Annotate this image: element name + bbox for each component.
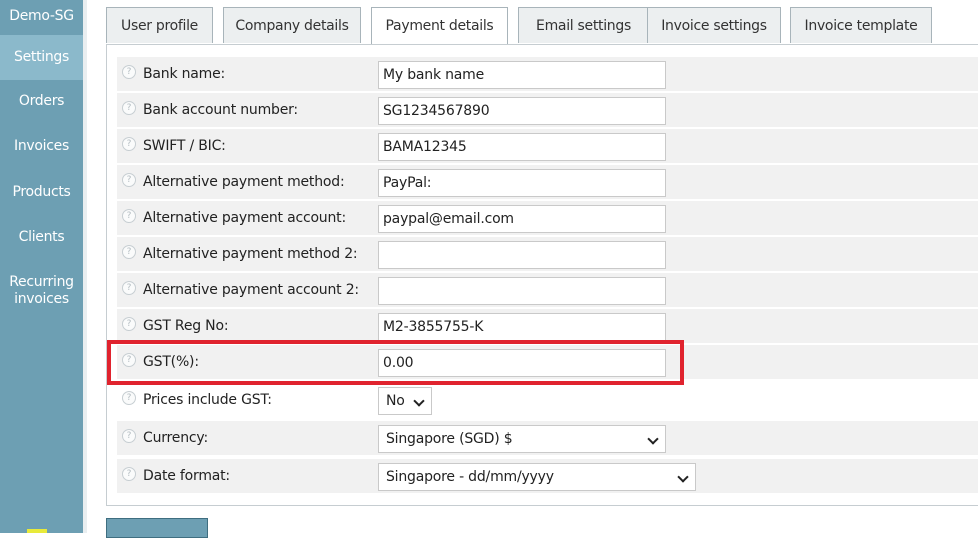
help-icon[interactable]: ? <box>122 209 136 223</box>
sidebar: Demo-SG Settings Orders Invoices Product… <box>0 0 83 533</box>
row-alternative-payment-account: ? Alternative payment account: <box>117 201 978 235</box>
nav-item-orders[interactable]: Orders <box>0 93 83 110</box>
label-date-format: Date format: <box>143 468 230 484</box>
label-alternative-payment-account-2: Alternative payment account 2: <box>143 282 359 298</box>
alternative-payment-account-input[interactable] <box>378 205 666 233</box>
currency-value: Singapore (SGD) $ <box>386 431 513 447</box>
sidebar-divider <box>83 0 87 533</box>
label-prices-include-gst: Prices include GST: <box>143 392 272 408</box>
bank-name-input[interactable] <box>378 61 666 89</box>
alternative-payment-method-input[interactable] <box>378 169 666 197</box>
row-gst-reg-no: ? GST Reg No: <box>117 309 978 343</box>
row-currency: ? Currency: Singapore (SGD) $ <box>117 421 978 455</box>
tab-invoice-settings[interactable]: Invoice settings <box>647 7 781 43</box>
chevron-down-icon <box>413 395 425 407</box>
swift-bic-input[interactable] <box>378 133 666 161</box>
label-swift-bic: SWIFT / BIC: <box>143 138 226 154</box>
row-alternative-payment-method: ? Alternative payment method: <box>117 165 978 199</box>
label-gst-reg-no: GST Reg No: <box>143 318 229 334</box>
help-icon[interactable]: ? <box>122 173 136 187</box>
nav-item-invoices[interactable]: Invoices <box>0 138 83 155</box>
bank-account-number-input[interactable] <box>378 97 666 125</box>
chevron-down-icon <box>677 471 689 483</box>
help-icon[interactable]: ? <box>122 101 136 115</box>
help-icon[interactable]: ? <box>122 245 136 259</box>
label-alternative-payment-account: Alternative payment account: <box>143 210 346 226</box>
date-format-select[interactable]: Singapore - dd/mm/yyyy <box>378 463 696 491</box>
tab-invoice-template[interactable]: Invoice template <box>790 7 932 43</box>
brand-name: Demo-SG <box>9 8 74 24</box>
tab-user-profile[interactable]: User profile <box>106 7 213 43</box>
help-icon[interactable]: ? <box>122 429 136 443</box>
chevron-down-icon <box>647 433 659 445</box>
row-prices-include-gst: ? Prices include GST: No <box>117 383 978 417</box>
prices-include-gst-select[interactable]: No <box>378 387 432 415</box>
tab-payment-details[interactable]: Payment details <box>371 7 508 45</box>
row-date-format: ? Date format: Singapore - dd/mm/yyyy <box>117 459 978 493</box>
help-icon[interactable]: ? <box>122 65 136 79</box>
label-bank-name: Bank name: <box>143 66 226 82</box>
gst-reg-no-input[interactable] <box>378 313 666 341</box>
date-format-value: Singapore - dd/mm/yyyy <box>386 469 554 485</box>
currency-select[interactable]: Singapore (SGD) $ <box>378 425 666 453</box>
tab-email-settings[interactable]: Email settings <box>518 7 649 43</box>
gst-highlight-box <box>107 340 684 385</box>
help-icon[interactable]: ? <box>122 467 136 481</box>
nav-item-clients[interactable]: Clients <box>0 229 83 246</box>
row-bank-name: ? Bank name: <box>117 57 978 91</box>
help-icon[interactable]: ? <box>122 317 136 331</box>
nav-item-settings[interactable]: Settings <box>0 35 83 80</box>
alternative-payment-method-2-input[interactable] <box>378 241 666 269</box>
save-button[interactable] <box>106 518 208 538</box>
help-icon[interactable]: ? <box>122 391 136 405</box>
nav-item-recurring-invoices[interactable]: Recurring invoices <box>0 274 83 308</box>
label-alternative-payment-method: Alternative payment method: <box>143 174 345 190</box>
help-icon[interactable]: ? <box>122 281 136 295</box>
nav-item-products[interactable]: Products <box>0 184 83 201</box>
tab-company-details[interactable]: Company details <box>223 7 361 43</box>
prices-include-gst-value: No <box>386 393 405 409</box>
help-icon[interactable]: ? <box>122 137 136 151</box>
row-bank-account-number: ? Bank account number: <box>117 93 978 127</box>
label-currency: Currency: <box>143 430 208 446</box>
label-alternative-payment-method-2: Alternative payment method 2: <box>143 246 358 262</box>
row-alternative-payment-account-2: ? Alternative payment account 2: <box>117 273 978 307</box>
sidebar-marker <box>27 529 47 533</box>
alternative-payment-account-2-input[interactable] <box>378 277 666 305</box>
label-bank-account-number: Bank account number: <box>143 102 298 118</box>
row-alternative-payment-method-2: ? Alternative payment method 2: <box>117 237 978 271</box>
row-swift-bic: ? SWIFT / BIC: <box>117 129 978 163</box>
